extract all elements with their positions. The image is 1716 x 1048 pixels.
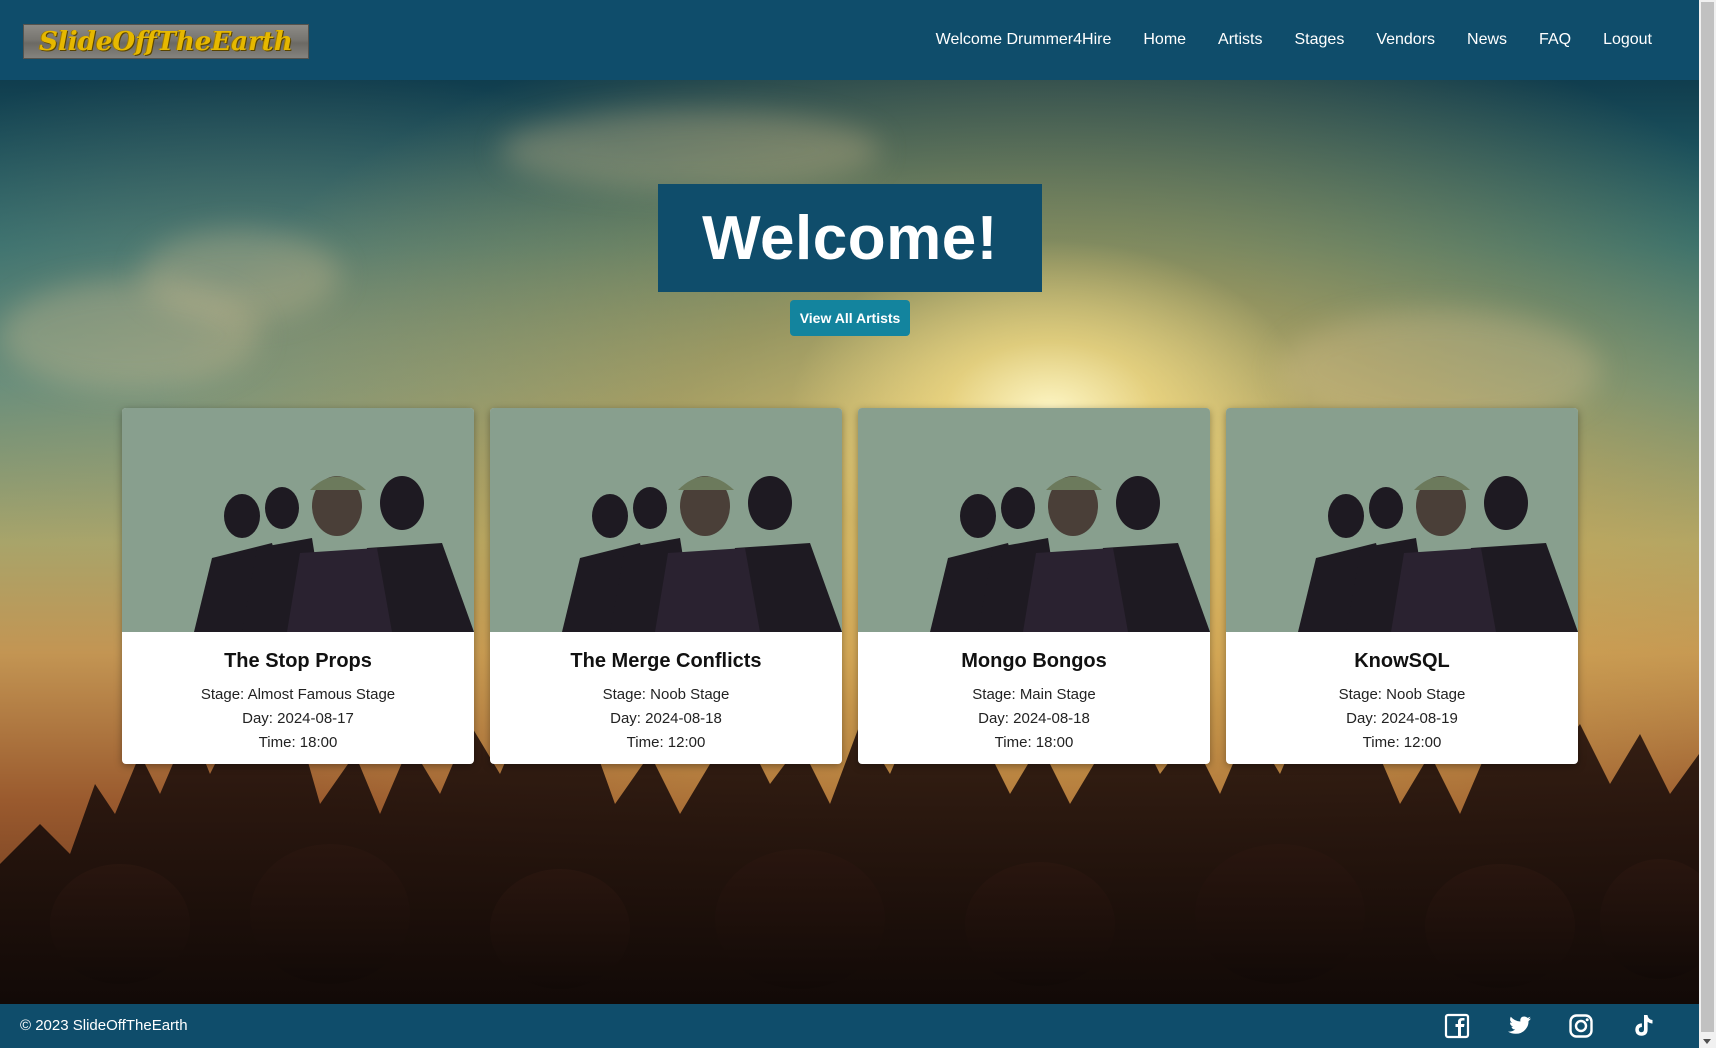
nav-welcome-user[interactable]: Welcome Drummer4Hire [920,0,1128,80]
cloud-decoration [0,280,260,390]
nav-link-home[interactable]: Home [1127,0,1202,80]
band-photo [490,408,842,632]
card-body: The Stop Props Stage: Almost Famous Stag… [122,632,474,755]
artist-card[interactable]: The Stop Props Stage: Almost Famous Stag… [122,408,474,764]
site-footer: © 2023 SlideOffTheEarth [0,1004,1699,1048]
card-body: Mongo Bongos Stage: Main Stage Day: 2024… [858,632,1210,755]
artist-name: The Merge Conflicts [570,650,762,672]
copyright-text: © 2023 SlideOffTheEarth [20,1017,188,1034]
nav-link-artists[interactable]: Artists [1202,0,1278,80]
site-logo[interactable]: SlideOffTheEarth [23,24,309,59]
band-photo [1226,408,1578,632]
welcome-heading-box: Welcome! [658,184,1042,292]
artist-day: Day: 2024-08-18 [610,710,722,727]
band-photo [122,408,474,632]
artist-stage: Stage: Noob Stage [602,686,730,703]
artist-day: Day: 2024-08-18 [978,710,1090,727]
artist-name: KnowSQL [1354,650,1450,672]
view-all-artists-button[interactable]: View All Artists [790,300,910,336]
artist-stage: Stage: Main Stage [972,686,1096,703]
cloud-decoration [500,110,880,190]
instagram-icon[interactable] [1567,1012,1595,1040]
scroll-down-arrow-icon[interactable] [1703,1039,1711,1044]
artist-card[interactable]: Mongo Bongos Stage: Main Stage Day: 2024… [858,408,1210,764]
card-body: KnowSQL Stage: Noob Stage Day: 2024-08-1… [1226,632,1578,755]
nav-link-faq[interactable]: FAQ [1523,0,1587,80]
artist-name: Mongo Bongos [961,650,1107,672]
artist-time: Time: 12:00 [1362,734,1442,751]
main-nav: Welcome Drummer4Hire Home Artists Stages… [920,0,1668,80]
twitter-icon[interactable] [1505,1012,1533,1040]
page-scrollbar[interactable] [1699,0,1716,1048]
nav-link-news[interactable]: News [1451,0,1523,80]
band-photo [858,408,1210,632]
artist-time: Time: 12:00 [626,734,706,751]
artist-time: Time: 18:00 [994,734,1074,751]
facebook-icon[interactable] [1443,1012,1471,1040]
scrollbar-thumb[interactable] [1701,2,1714,1032]
artist-day: Day: 2024-08-19 [1346,710,1458,727]
artist-stage: Stage: Noob Stage [1338,686,1466,703]
nav-link-vendors[interactable]: Vendors [1360,0,1451,80]
artist-cards-row: The Stop Props Stage: Almost Famous Stag… [122,408,1580,764]
nav-link-stages[interactable]: Stages [1279,0,1361,80]
artist-day: Day: 2024-08-17 [242,710,354,727]
artist-card[interactable]: The Merge Conflicts Stage: Noob Stage Da… [490,408,842,764]
top-navbar: SlideOffTheEarth Welcome Drummer4Hire Ho… [0,0,1699,80]
artist-card[interactable]: KnowSQL Stage: Noob Stage Day: 2024-08-1… [1226,408,1578,764]
artist-time: Time: 18:00 [258,734,338,751]
artist-stage: Stage: Almost Famous Stage [200,686,396,703]
artist-name: The Stop Props [224,650,372,672]
card-body: The Merge Conflicts Stage: Noob Stage Da… [490,632,842,755]
page-title: Welcome! [702,203,998,273]
social-links [1443,1012,1657,1040]
tiktok-icon[interactable] [1629,1012,1657,1040]
nav-link-logout[interactable]: Logout [1587,0,1668,80]
